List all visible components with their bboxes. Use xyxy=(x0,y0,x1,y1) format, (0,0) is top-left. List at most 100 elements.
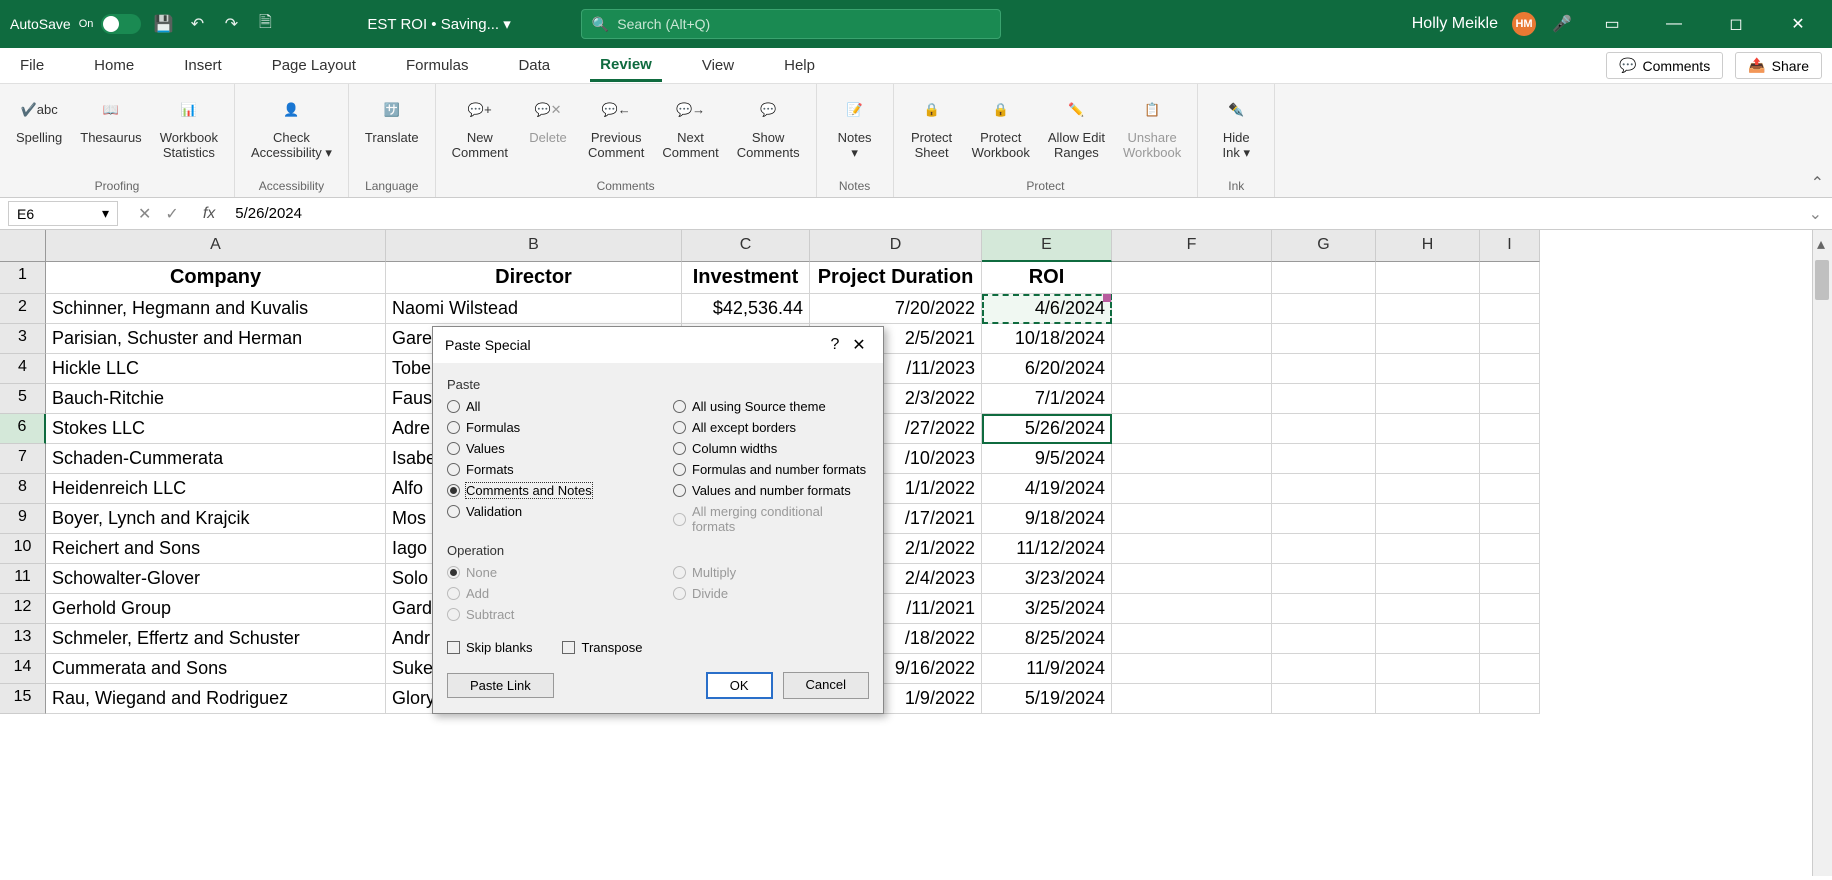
tab-view[interactable]: View xyxy=(692,51,744,80)
empty-cell[interactable] xyxy=(1480,324,1540,354)
skip-blanks-checkbox[interactable]: Skip blanks xyxy=(447,637,532,658)
empty-cell[interactable] xyxy=(1480,384,1540,414)
cell[interactable]: Stokes LLC xyxy=(46,414,386,444)
row-header-5[interactable]: 5 xyxy=(0,384,46,414)
cell[interactable]: Naomi Wilstead xyxy=(386,294,682,324)
cancel-button[interactable]: Cancel xyxy=(783,672,869,699)
col-header-G[interactable]: G xyxy=(1272,230,1376,262)
file-icon[interactable]: 🗎 xyxy=(253,12,277,36)
accept-formula-icon[interactable]: ✓ xyxy=(165,204,178,224)
empty-cell[interactable] xyxy=(1480,564,1540,594)
empty-cell[interactable] xyxy=(1272,594,1376,624)
cell[interactable]: Rau, Wiegand and Rodriguez xyxy=(46,684,386,714)
header-cell[interactable]: Company xyxy=(46,262,386,294)
cell[interactable]: Bauch-Ritchie xyxy=(46,384,386,414)
empty-cell[interactable] xyxy=(1272,354,1376,384)
col-header-F[interactable]: F xyxy=(1112,230,1272,262)
header-cell[interactable]: Investment xyxy=(682,262,810,294)
close-dialog-icon[interactable]: ✕ xyxy=(847,335,871,355)
protect-sheet-button[interactable]: 🔒Protect Sheet xyxy=(902,88,962,164)
empty-cell[interactable] xyxy=(1112,654,1272,684)
empty-cell[interactable] xyxy=(1480,354,1540,384)
redo-icon[interactable]: ↷ xyxy=(219,12,243,36)
cell[interactable]: 11/12/2024 xyxy=(982,534,1112,564)
empty-cell[interactable] xyxy=(1376,564,1480,594)
cell[interactable]: Hickle LLC xyxy=(46,354,386,384)
empty-cell[interactable] xyxy=(1376,294,1480,324)
maximize-icon[interactable]: ◻ xyxy=(1712,8,1760,40)
allow-edit-ranges-button[interactable]: ✏️Allow Edit Ranges xyxy=(1040,88,1113,164)
empty-cell[interactable] xyxy=(1112,444,1272,474)
empty-cell[interactable] xyxy=(1480,504,1540,534)
row-header-15[interactable]: 15 xyxy=(0,684,46,714)
empty-cell[interactable] xyxy=(1480,624,1540,654)
autosave-toggle[interactable]: AutoSave On xyxy=(10,14,141,34)
empty-cell[interactable] xyxy=(1376,384,1480,414)
empty-cell[interactable] xyxy=(1112,564,1272,594)
cell[interactable]: 3/25/2024 xyxy=(982,594,1112,624)
cell[interactable]: 9/18/2024 xyxy=(982,504,1112,534)
fx-icon[interactable]: fx xyxy=(193,205,225,223)
minimize-icon[interactable]: — xyxy=(1650,8,1698,40)
empty-cell[interactable] xyxy=(1480,294,1540,324)
cell[interactable]: Schmeler, Effertz and Schuster xyxy=(46,624,386,654)
empty-cell[interactable] xyxy=(1376,684,1480,714)
cell[interactable]: 5/26/2024 xyxy=(982,414,1112,444)
empty-cell[interactable] xyxy=(1272,384,1376,414)
header-cell[interactable]: Director xyxy=(386,262,682,294)
document-title[interactable]: EST ROI • Saving... ▾ xyxy=(367,15,510,33)
empty-cell[interactable] xyxy=(1272,414,1376,444)
radio-all[interactable]: All xyxy=(447,396,643,417)
row-header-11[interactable]: 11 xyxy=(0,564,46,594)
translate-button[interactable]: 🈂️Translate xyxy=(357,88,427,149)
empty-cell[interactable] xyxy=(1112,504,1272,534)
next-comment-button[interactable]: 💬→Next Comment xyxy=(654,88,726,164)
radio-column-widths[interactable]: Column widths xyxy=(673,438,869,459)
empty-cell[interactable] xyxy=(1376,414,1480,444)
empty-cell[interactable] xyxy=(1480,684,1540,714)
empty-cell[interactable] xyxy=(1376,624,1480,654)
empty-cell[interactable] xyxy=(1272,504,1376,534)
cell[interactable]: 8/25/2024 xyxy=(982,624,1112,654)
notes-button[interactable]: 📝Notes ▾ xyxy=(825,88,885,165)
thesaurus-button[interactable]: 📖Thesaurus xyxy=(72,88,149,149)
cell[interactable]: Schinner, Hegmann and Kuvalis xyxy=(46,294,386,324)
unshare-workbook-button[interactable]: 📋Unshare Workbook xyxy=(1115,88,1189,164)
empty-cell[interactable] xyxy=(1376,474,1480,504)
tab-page-layout[interactable]: Page Layout xyxy=(262,51,366,80)
row-header-7[interactable]: 7 xyxy=(0,444,46,474)
empty-cell[interactable] xyxy=(1376,654,1480,684)
cell[interactable]: 9/5/2024 xyxy=(982,444,1112,474)
empty-cell[interactable] xyxy=(1480,534,1540,564)
col-header-A[interactable]: A xyxy=(46,230,386,262)
check-accessibility-button[interactable]: 👤Check Accessibility ▾ xyxy=(243,88,340,165)
save-icon[interactable]: 💾 xyxy=(151,12,175,36)
cell[interactable]: $42,536.44 xyxy=(682,294,810,324)
tab-file[interactable]: File xyxy=(10,51,54,80)
tab-formulas[interactable]: Formulas xyxy=(396,51,479,80)
close-icon[interactable]: ✕ xyxy=(1774,8,1822,40)
cell[interactable]: Boyer, Lynch and Krajcik xyxy=(46,504,386,534)
col-header-C[interactable]: C xyxy=(682,230,810,262)
workbook-stats-button[interactable]: 📊Workbook Statistics xyxy=(152,88,226,164)
help-icon[interactable]: ? xyxy=(823,336,847,354)
empty-cell[interactable] xyxy=(1112,294,1272,324)
radio-comments-and-notes[interactable]: Comments and Notes xyxy=(447,480,643,501)
row-header-14[interactable]: 14 xyxy=(0,654,46,684)
row-header-13[interactable]: 13 xyxy=(0,624,46,654)
cell[interactable]: Schaden-Cummerata xyxy=(46,444,386,474)
empty-cell[interactable] xyxy=(1376,504,1480,534)
empty-cell[interactable] xyxy=(1376,324,1480,354)
scrollbar-thumb[interactable] xyxy=(1815,260,1829,300)
spelling-button[interactable]: ✔️abcSpelling xyxy=(8,88,70,149)
empty-cell[interactable] xyxy=(1376,594,1480,624)
cell[interactable]: 7/1/2024 xyxy=(982,384,1112,414)
scroll-up-icon[interactable]: ▴ xyxy=(1817,234,1825,254)
ok-button[interactable]: OK xyxy=(706,672,773,699)
vertical-scrollbar[interactable]: ▴ xyxy=(1812,230,1832,876)
cancel-formula-icon[interactable]: ✕ xyxy=(138,204,151,224)
expand-formula-icon[interactable]: ⌄ xyxy=(1799,204,1832,224)
empty-cell[interactable] xyxy=(1112,414,1272,444)
empty-cell[interactable] xyxy=(1480,474,1540,504)
mic-icon[interactable]: 🎤 xyxy=(1550,12,1574,36)
